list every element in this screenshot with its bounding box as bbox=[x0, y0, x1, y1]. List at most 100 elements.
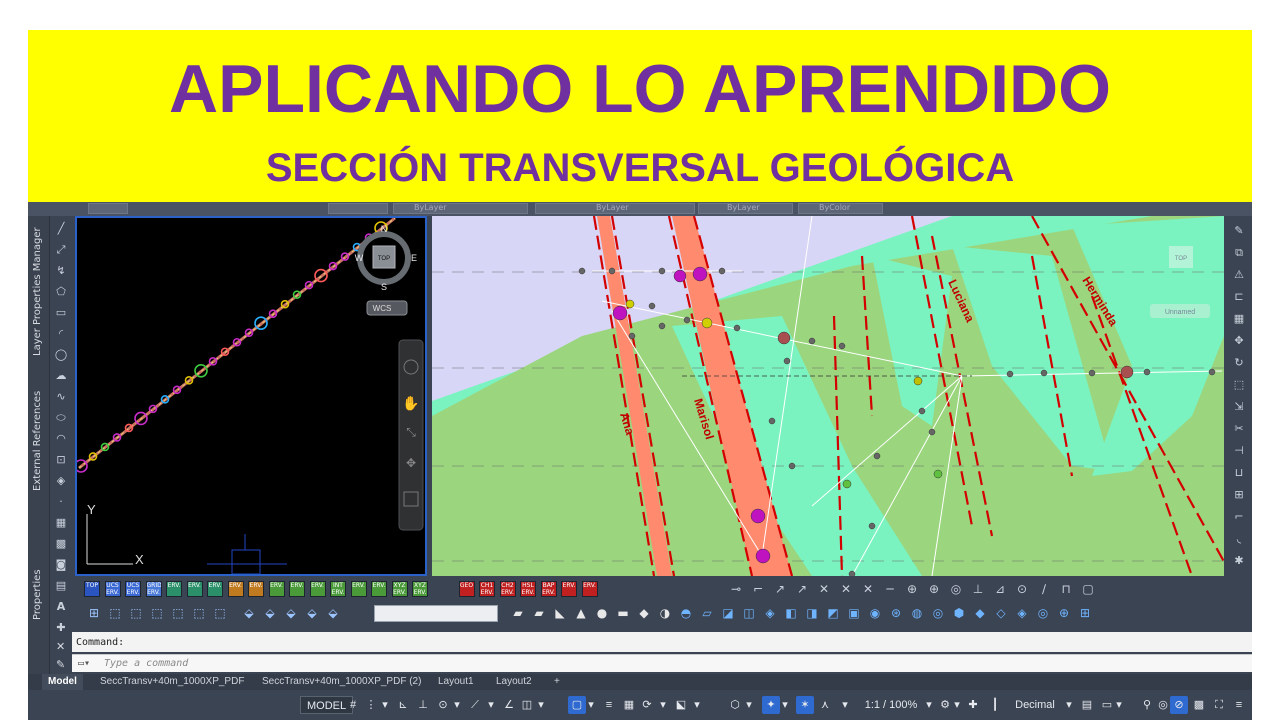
custom-tool-button[interactable]: XYZ ERV. bbox=[391, 581, 408, 597]
custom-tool-button[interactable]: INT ERV. bbox=[330, 581, 346, 597]
erase-icon[interactable]: ✎ bbox=[1231, 224, 1247, 238]
clean-screen-active-icon[interactable]: ⊘ bbox=[1170, 696, 1188, 714]
plotstyle-dropdown[interactable]: ByColor bbox=[798, 203, 883, 214]
view-tool-icon[interactable]: ⬚ bbox=[170, 605, 186, 621]
modeling-tool-icon[interactable]: ◎ bbox=[1035, 605, 1051, 621]
tab-layout2[interactable]: Layout2 bbox=[490, 674, 538, 690]
modeling-tool-icon[interactable]: ⊕ bbox=[1056, 605, 1072, 621]
infer-icon[interactable]: ⊾ bbox=[396, 696, 410, 714]
lock-ui-menu-icon[interactable]: ▾ bbox=[1114, 696, 1124, 714]
osnap-tool-icon[interactable]: ✕ bbox=[838, 581, 854, 597]
view-tool-icon[interactable]: ⬚ bbox=[212, 605, 228, 621]
osnap-tool-icon[interactable]: ✕ bbox=[860, 581, 876, 597]
trim-icon[interactable]: ✂ bbox=[1231, 422, 1247, 436]
polygon-icon[interactable]: ⬠ bbox=[53, 285, 69, 299]
scale-icon[interactable]: ⬚ bbox=[1231, 378, 1247, 392]
model-viewport-section[interactable]: Ana Marisol Luciana Herminda TOP Unnamed bbox=[432, 216, 1224, 576]
custom-tool-button[interactable]: ERV. bbox=[371, 581, 387, 597]
join-icon[interactable]: ⊞ bbox=[1231, 488, 1247, 502]
dynamic-ucs-icon[interactable]: ⬕ bbox=[674, 696, 688, 714]
modeling-tool-icon[interactable]: ◧ bbox=[783, 605, 799, 621]
modeling-tool-icon[interactable]: ▱ bbox=[699, 605, 715, 621]
polyline-icon[interactable]: ↯ bbox=[53, 264, 69, 278]
add-selected-icon[interactable]: ✚ bbox=[53, 621, 69, 635]
rectangle-icon[interactable]: ▭ bbox=[53, 306, 69, 320]
quick-properties-icon[interactable]: ▤ bbox=[1080, 696, 1094, 714]
lock-ui-icon[interactable]: ▭ bbox=[1100, 696, 1114, 714]
tab-layout-pdf[interactable]: SeccTransv+40m_1000XP_PDF bbox=[94, 674, 250, 690]
view-tool-icon[interactable]: ⬙ bbox=[304, 605, 320, 621]
3d-osnap-icon[interactable]: ▢ bbox=[568, 696, 586, 714]
revcloud-icon[interactable]: ☁ bbox=[53, 369, 69, 383]
custom-tool-button[interactable]: ERV. bbox=[350, 581, 367, 597]
osnap-tool-icon[interactable]: ⌐ bbox=[750, 581, 766, 597]
properties-tab[interactable]: Properties bbox=[32, 569, 43, 620]
stretch-icon[interactable]: ⇲ bbox=[1231, 400, 1247, 414]
layer-dropdown[interactable]: ByLayer bbox=[393, 203, 528, 214]
external-references-tab[interactable]: External References bbox=[32, 391, 43, 491]
custom-tool-button[interactable]: GRID ERV. bbox=[145, 581, 162, 597]
construction-line-icon[interactable]: ⤢ bbox=[53, 243, 69, 257]
osnap-tool-icon[interactable]: ∕ bbox=[1036, 581, 1052, 597]
modeling-tool-icon[interactable]: ◣ bbox=[552, 605, 568, 621]
custom-tool-button[interactable]: UCS ERV. bbox=[125, 581, 141, 597]
modeling-tool-icon[interactable]: ◈ bbox=[762, 605, 778, 621]
modeling-tool-icon[interactable]: ▬ bbox=[615, 605, 631, 621]
ortho-icon[interactable]: ⊥ bbox=[416, 696, 430, 714]
osnap-menu-icon[interactable]: ▾ bbox=[536, 696, 546, 714]
view-tool-icon[interactable]: ⬙ bbox=[262, 605, 278, 621]
ucs-menu-icon[interactable]: ▾ bbox=[692, 696, 702, 714]
view-tool-icon[interactable]: ⬙ bbox=[241, 605, 257, 621]
isodraft-icon[interactable]: ⟋ bbox=[468, 696, 482, 714]
view-tool-icon[interactable]: ⊞ bbox=[86, 605, 102, 621]
tab-model[interactable]: Model bbox=[42, 674, 83, 690]
selection-filter-icon[interactable]: ⬡ bbox=[728, 696, 742, 714]
annotation-visibility-icon[interactable]: ✶ bbox=[796, 696, 814, 714]
isolate-objects-icon[interactable]: ⚲ bbox=[1140, 696, 1154, 714]
custom-tool-button[interactable]: ERV. bbox=[289, 581, 305, 597]
custom-tool-button[interactable]: ERV. bbox=[309, 581, 326, 597]
custom-tool-button[interactable]: BAP ERV. bbox=[540, 581, 557, 597]
tab-layout-pdf-2[interactable]: SeccTransv+40m_1000XP_PDF (2) bbox=[256, 674, 427, 690]
modeling-tool-icon[interactable]: ▰ bbox=[531, 605, 547, 621]
modeling-tool-icon[interactable]: ▣ bbox=[846, 605, 862, 621]
custom-tool-button[interactable]: ERV. bbox=[248, 581, 264, 597]
orbit-icon[interactable]: ✥ bbox=[406, 456, 416, 470]
snap-menu-icon[interactable]: ▾ bbox=[380, 696, 390, 714]
cycling-menu-icon[interactable]: ▾ bbox=[658, 696, 668, 714]
hardware-acceleration-icon[interactable]: ◎ bbox=[1156, 696, 1170, 714]
osnap-tool-icon[interactable]: ▢ bbox=[1080, 581, 1096, 597]
custom-tool-button[interactable]: TOP bbox=[84, 581, 100, 597]
modeling-tool-icon[interactable]: ⊛ bbox=[888, 605, 904, 621]
rotate-icon[interactable]: ↻ bbox=[1231, 356, 1247, 370]
modeling-tool-icon[interactable]: ◓ bbox=[678, 605, 694, 621]
custom-tool-button[interactable]: CH1 ERV. bbox=[479, 581, 495, 597]
selection-cycling-icon[interactable]: ⟳ bbox=[640, 696, 654, 714]
3d-osnap-menu-icon[interactable]: ▾ bbox=[586, 696, 596, 714]
workspace-menu-icon[interactable]: ▾ bbox=[952, 696, 962, 714]
command-input[interactable]: ▭▾ Type a command bbox=[72, 654, 1252, 672]
fillet-icon[interactable]: ◟ bbox=[1231, 532, 1247, 546]
modeling-tool-icon[interactable]: ◫ bbox=[741, 605, 757, 621]
tab-layout1[interactable]: Layout1 bbox=[432, 674, 480, 690]
modeling-tool-icon[interactable]: ◪ bbox=[720, 605, 736, 621]
view-tool-icon[interactable]: ⬙ bbox=[283, 605, 299, 621]
transparency-icon[interactable]: ▦ bbox=[622, 696, 636, 714]
otrack-icon[interactable]: ∠ bbox=[502, 696, 516, 714]
gizmo-icon[interactable]: ✦ bbox=[762, 696, 780, 714]
view-tool-icon[interactable]: ⬚ bbox=[107, 605, 123, 621]
chamfer-icon[interactable]: ⌐ bbox=[1231, 510, 1247, 524]
arc-icon[interactable]: ◜ bbox=[53, 327, 69, 341]
modeling-tool-icon[interactable]: ⊞ bbox=[1077, 605, 1093, 621]
offset-icon[interactable]: ⊏ bbox=[1231, 290, 1247, 304]
gradient-icon[interactable]: ▩ bbox=[53, 537, 69, 551]
modeling-tool-icon[interactable]: ▲ bbox=[573, 605, 589, 621]
snap-icon[interactable]: ⋮ bbox=[364, 696, 378, 714]
pan-icon[interactable]: ✋ bbox=[402, 395, 419, 411]
lineweight-icon[interactable]: ≡ bbox=[602, 696, 616, 714]
custom-tool-button[interactable]: ERV. bbox=[166, 581, 182, 597]
osnap-tool-icon[interactable]: ⊕ bbox=[904, 581, 920, 597]
view-tool-icon[interactable]: ⬚ bbox=[191, 605, 207, 621]
osnap-tool-icon[interactable]: ⊙ bbox=[1014, 581, 1030, 597]
annoscale-menu-icon[interactable]: ▾ bbox=[838, 696, 852, 714]
